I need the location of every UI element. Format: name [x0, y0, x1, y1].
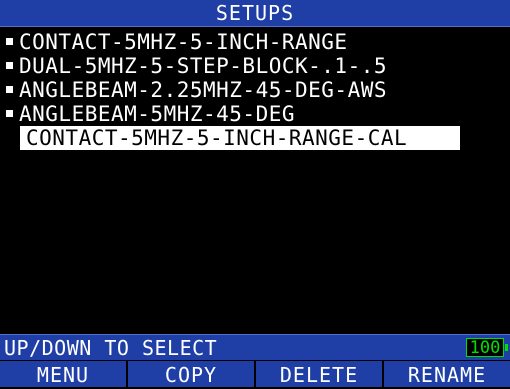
- selected-list-item-label: CONTACT-5MHZ-5-INCH-RANGE-CAL: [26, 126, 408, 150]
- setups-list: CONTACT-5MHZ-5-INCH-RANGE DUAL-5MHZ-5-ST…: [0, 30, 510, 150]
- list-item[interactable]: DUAL-5MHZ-5-STEP-BLOCK-.1-.5: [0, 54, 510, 78]
- device-screen: SETUPS CONTACT-5MHZ-5-INCH-RANGE DUAL-5M…: [0, 0, 510, 387]
- list-item[interactable]: ANGLEBEAM-5MHZ-45-DEG: [0, 102, 510, 126]
- battery-indicator: 100: [466, 338, 504, 358]
- copy-button[interactable]: COPY: [128, 361, 256, 387]
- menu-button[interactable]: MENU: [0, 361, 128, 387]
- status-bar: UP/DOWN TO SELECT 100: [0, 334, 510, 360]
- page-title: SETUPS: [0, 0, 510, 27]
- list-item-label: ANGLEBEAM-5MHZ-45-DEG: [19, 102, 296, 126]
- list-item-label: ANGLEBEAM-2.25MHZ-45-DEG-AWS: [19, 78, 388, 102]
- bullet-icon: [6, 109, 13, 117]
- battery-level: 100: [469, 338, 501, 358]
- selected-list-item[interactable]: CONTACT-5MHZ-5-INCH-RANGE-CAL: [20, 126, 460, 150]
- bullet-icon: [6, 61, 13, 69]
- list-item[interactable]: CONTACT-5MHZ-5-INCH-RANGE: [0, 30, 510, 54]
- list-item[interactable]: ANGLEBEAM-2.25MHZ-45-DEG-AWS: [0, 78, 510, 102]
- list-item-label: DUAL-5MHZ-5-STEP-BLOCK-.1-.5: [19, 54, 388, 78]
- delete-button[interactable]: DELETE: [256, 361, 384, 387]
- softkey-bar: MENU COPY DELETE RENAME: [0, 361, 510, 387]
- bullet-icon: [6, 37, 13, 45]
- list-item-label: CONTACT-5MHZ-5-INCH-RANGE: [19, 30, 348, 54]
- battery-icon: [505, 344, 508, 351]
- status-instruction: UP/DOWN TO SELECT: [4, 336, 218, 360]
- rename-button[interactable]: RENAME: [384, 361, 510, 387]
- bullet-icon: [6, 85, 13, 93]
